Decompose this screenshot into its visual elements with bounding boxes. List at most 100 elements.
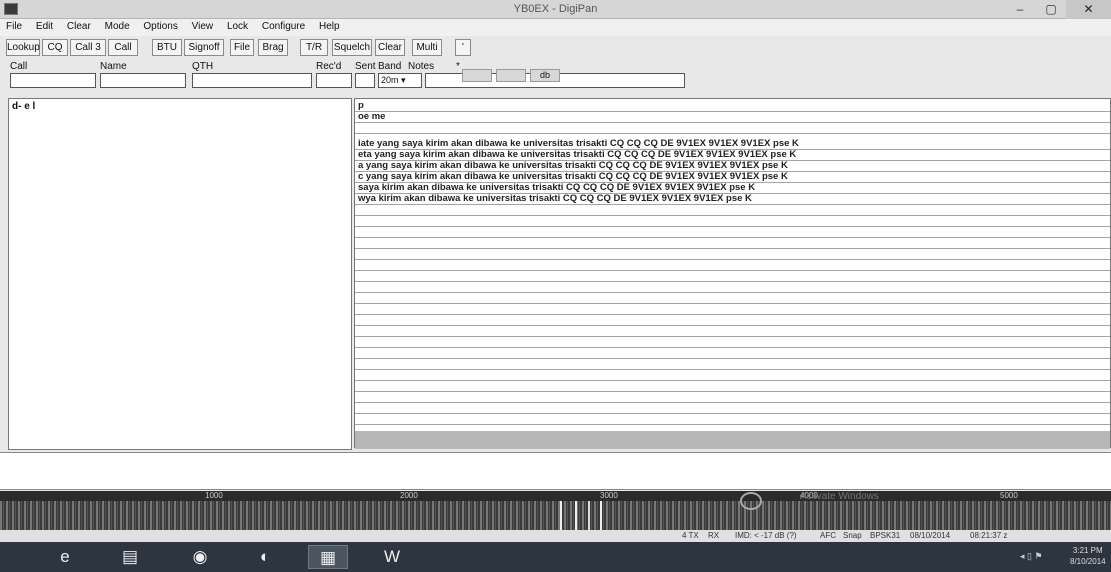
digipan-icon[interactable]: ▦ [308,545,348,569]
scale-tick: 1000 [205,491,223,500]
scale-tick: 3000 [600,491,618,500]
status-afc[interactable]: AFC [820,531,836,540]
menu-configure[interactable]: Configure [256,19,310,32]
band-label: Band [378,61,402,72]
menu-options[interactable]: Options [137,19,182,32]
status-bar: 4 TX RX IMD: < -17 dB (?) AFC Snap BPSK3… [0,530,1111,542]
channel-line[interactable] [355,216,1110,227]
channel-line[interactable]: wya kirim akan dibawa ke universitas tri… [355,194,1110,205]
cq-button[interactable]: CQ [42,39,68,56]
recd-field[interactable] [316,73,352,88]
waterfall-canvas[interactable] [0,501,1111,530]
close-button[interactable]: ✕ [1066,0,1111,19]
menu-view[interactable]: View [186,19,219,32]
channel-line[interactable] [355,238,1110,249]
status-date: 08/10/2014 [910,531,951,540]
channel-line[interactable] [355,271,1110,282]
tuning-cursor[interactable] [740,492,762,510]
menu-mode[interactable]: Mode [99,19,135,32]
menu-edit[interactable]: Edit [30,19,58,32]
channel-line[interactable]: eta yang saya kirim akan dibawa ke unive… [355,150,1110,161]
minimize-button[interactable]: – [1005,0,1035,19]
status-mode[interactable]: BPSK31 [870,531,900,540]
channel-line[interactable]: oe me [355,112,1110,123]
notes-label: Notes [408,61,435,72]
db-button[interactable]: db [530,69,560,82]
menu-help[interactable]: Help [313,19,345,32]
scale-tick: 5000 [1000,491,1018,500]
taskbar-clock[interactable]: 3:21 PM 8/10/2014 [1070,545,1106,567]
channel-line[interactable]: saya kirim akan dibawa ke universitas tr… [355,183,1110,194]
btu-button[interactable]: BTU [152,39,182,56]
channel-line[interactable] [355,370,1110,381]
color-button-1[interactable] [462,69,492,82]
status-snap[interactable]: Snap [843,531,862,540]
status-tx[interactable]: 4 TX [682,531,699,540]
menu-lock[interactable]: Lock [221,19,253,32]
maximize-button[interactable]: ▢ [1036,0,1066,19]
file-button[interactable]: File [230,39,254,56]
channel-line[interactable]: c yang saya kirim akan dibawa ke univers… [355,172,1110,183]
call-button[interactable]: Call [108,39,138,56]
channel-line[interactable] [355,337,1110,348]
name-field[interactable] [100,73,186,88]
firefox-icon[interactable]: ◐ [245,545,285,569]
channel-line[interactable] [355,205,1110,216]
sent-field[interactable] [355,73,375,88]
call3-button[interactable]: Call 3 [70,39,106,56]
channel-line[interactable] [355,414,1110,425]
qth-label: QTH [192,61,214,72]
internet-explorer-icon[interactable]: e [45,545,85,569]
squelch-button[interactable]: Squelch [332,39,372,56]
channel-line[interactable] [355,282,1110,293]
left-receive-pane[interactable]: d- e l [8,98,352,450]
menu-file[interactable]: File [0,19,27,32]
channel-list-pane[interactable]: p oe me iate yang saya kirim akan dibawa… [354,98,1111,449]
channel-line[interactable] [355,403,1110,414]
channel-line[interactable] [355,227,1110,238]
channel-line[interactable]: a yang saya kirim akan dibawa ke univers… [355,161,1110,172]
waterfall-display[interactable]: 1000 2000 3000 4000 5000 Activate Window… [0,491,1111,530]
channel-scrollbar[interactable] [355,431,1110,449]
channel-line[interactable]: iate yang saya kirim akan dibawa ke univ… [355,139,1110,150]
extra-button[interactable]: ' [455,39,471,56]
channel-line[interactable] [355,304,1110,315]
call-label: Call [10,61,28,72]
channel-line[interactable] [355,326,1110,337]
lookup-button[interactable]: Lookup [6,39,40,56]
clock-date: 8/10/2014 [1070,557,1106,566]
channel-line[interactable] [355,348,1110,359]
media-icon[interactable]: ◉ [180,545,220,569]
recd-label: Rec'd [316,61,342,72]
channel-line[interactable] [355,260,1110,271]
word-icon[interactable]: W [372,545,412,569]
tr-button[interactable]: T/R [300,39,328,56]
transmit-text-area[interactable] [0,452,1111,490]
signoff-button[interactable]: Signoff [184,39,224,56]
clock-time: 3:21 PM [1072,546,1103,555]
multi-button[interactable]: Multi [412,39,442,56]
channel-line[interactable] [355,359,1110,370]
clear-button[interactable]: Clear [375,39,405,56]
call-field[interactable] [10,73,96,88]
brag-button[interactable]: Brag [258,39,288,56]
system-tray[interactable]: ◂ ▯ ⚑ [1020,551,1043,562]
toolbar: Lookup CQ Call 3 Call BTU Signoff File B… [0,36,1111,58]
band-select[interactable]: 20m ▾ [378,73,422,88]
status-rx[interactable]: RX [708,531,719,540]
channel-line[interactable]: p [355,101,1110,112]
channel-line[interactable] [355,293,1110,304]
left-pane-text: d- e l [12,101,36,112]
menu-clear[interactable]: Clear [61,19,96,32]
channel-line[interactable] [355,392,1110,403]
channel-line[interactable] [355,381,1110,392]
channel-line[interactable] [355,315,1110,326]
status-utc: 08:21:37 z [970,531,1008,540]
channel-line[interactable] [355,123,1110,134]
channel-line[interactable] [355,249,1110,260]
window-title: YB0EX - DigiPan [513,3,598,15]
color-button-2[interactable] [496,69,526,82]
status-imd: IMD: < -17 dB (?) [735,531,797,540]
file-explorer-icon[interactable]: ▤ [110,545,150,569]
qth-field[interactable] [192,73,312,88]
